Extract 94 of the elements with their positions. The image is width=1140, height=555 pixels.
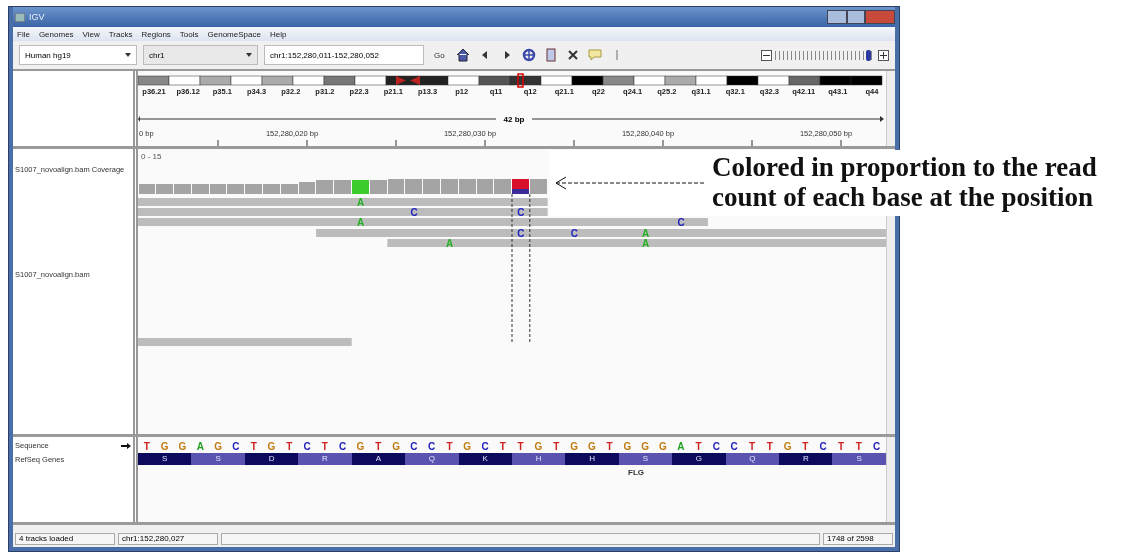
menu-item[interactable]: GenomeSpace xyxy=(207,29,261,39)
sequence-base: T xyxy=(374,441,383,453)
sequence-base: C xyxy=(231,441,241,453)
sequence-base: G xyxy=(622,441,633,453)
sequence-base: C xyxy=(711,441,721,453)
annotation-text: Colored in proportion to the read count of each base at the position xyxy=(712,153,1098,213)
menu-item[interactable]: Tools xyxy=(179,29,199,39)
sequence-base: G xyxy=(533,441,544,453)
mismatch-base: C xyxy=(677,217,685,228)
sequence-base: T xyxy=(142,441,151,453)
menu-item[interactable]: View xyxy=(82,29,100,39)
sequence-base: G xyxy=(782,441,793,453)
caret-icon xyxy=(125,53,131,57)
menu-item[interactable]: File xyxy=(17,29,30,39)
mismatch-base: A xyxy=(641,238,650,249)
sequence-base: G xyxy=(355,441,366,453)
span-label: 42 bp xyxy=(503,115,525,124)
sequence-base: T xyxy=(605,441,614,453)
sequence-base: G xyxy=(586,441,597,453)
amino-acid: S xyxy=(138,453,192,465)
data-range: 0 - 15 xyxy=(141,152,163,162)
gene-name: FLG xyxy=(628,468,645,477)
amino-acid: H xyxy=(565,453,619,465)
amino-acid: G xyxy=(672,453,726,465)
sequence-base: T xyxy=(285,441,294,453)
mismatch-base: C xyxy=(517,207,525,218)
sequence-base: G xyxy=(266,441,277,453)
chromosome-ideogram[interactable] xyxy=(138,73,883,88)
sequence-base: C xyxy=(409,441,419,453)
menu-item[interactable]: Genomes xyxy=(38,29,74,39)
sequence-base: T xyxy=(747,441,757,453)
scrollbar[interactable] xyxy=(886,437,895,522)
sequence-base: T xyxy=(801,441,810,453)
minimize-button[interactable] xyxy=(827,10,847,24)
sequence-base: T xyxy=(552,441,561,453)
amino-acid: R xyxy=(779,453,833,465)
sequence-base: T xyxy=(498,441,507,453)
chromosome-dropdown[interactable]: chr1 xyxy=(143,45,258,65)
scrollbar[interactable] xyxy=(886,71,895,146)
mismatch-base: A xyxy=(641,228,650,239)
menu-item[interactable]: Tracks xyxy=(108,29,133,39)
sequence-base: C xyxy=(427,441,437,453)
sequence-base: G xyxy=(213,441,223,453)
mismatch-base: A xyxy=(446,238,454,249)
sequence-base: C xyxy=(871,441,882,453)
zoom-out-button[interactable] xyxy=(761,49,772,61)
sequence-base: G xyxy=(658,441,668,453)
mismatch-base: C xyxy=(570,228,578,239)
maximize-button[interactable] xyxy=(847,10,865,24)
sequence-base: C xyxy=(480,441,490,453)
locus-field[interactable]: chr1:152,280,011-152,280,052 xyxy=(264,45,424,65)
sequence-base: A xyxy=(676,441,686,453)
sequence-base: T xyxy=(516,441,525,453)
sequence-base: T xyxy=(854,441,863,453)
sequence-base: T xyxy=(694,441,703,453)
sequence-base: G xyxy=(640,441,651,453)
sequence-base: T xyxy=(445,441,454,453)
menu-item[interactable]: Regions xyxy=(141,29,171,39)
status-message: 4 tracks loaded xyxy=(15,533,115,545)
sequence-base: C xyxy=(338,441,348,453)
memory-status: 1748 of 2598 xyxy=(823,533,893,545)
mismatch-base: C xyxy=(517,228,525,239)
sequence-base: C xyxy=(729,441,739,453)
sequence-base: T xyxy=(249,441,258,453)
plus-icon xyxy=(880,51,887,59)
mismatch-base: A xyxy=(357,197,365,208)
sequence-base: G xyxy=(462,441,473,453)
status-position: chr1:152,280,027 xyxy=(118,533,218,545)
amino-acid: D xyxy=(244,453,299,465)
strand-arrow-icon[interactable] xyxy=(121,442,131,449)
sequence-base: C xyxy=(818,441,828,453)
sequence-base: T xyxy=(765,441,774,453)
mismatch-base: C xyxy=(410,207,418,218)
window-title: IGV xyxy=(29,12,45,22)
sequence-base: G xyxy=(569,441,579,453)
menu-item[interactable]: Help xyxy=(269,29,287,39)
sequence-base: T xyxy=(836,441,846,453)
sequence-base: T xyxy=(320,441,329,453)
go-button[interactable]: Go xyxy=(430,50,449,60)
sequence-base: G xyxy=(391,441,401,453)
sequence-base: C xyxy=(302,441,312,453)
sequence-base: G xyxy=(177,441,188,453)
sequence-base: A xyxy=(195,441,205,453)
mismatch-base: A xyxy=(357,217,365,228)
amino-acid: K xyxy=(458,453,512,465)
zoom-thumb[interactable] xyxy=(866,49,872,61)
genome-dropdown[interactable]: Human hg19 xyxy=(19,45,137,65)
caret-icon xyxy=(246,53,252,57)
zoom-in-button[interactable] xyxy=(878,49,889,61)
scrollbar[interactable] xyxy=(886,215,895,434)
amino-acid: A xyxy=(351,453,406,465)
home-icon[interactable] xyxy=(454,47,471,63)
sequence-base: G xyxy=(159,441,170,453)
app-icon xyxy=(15,12,25,22)
